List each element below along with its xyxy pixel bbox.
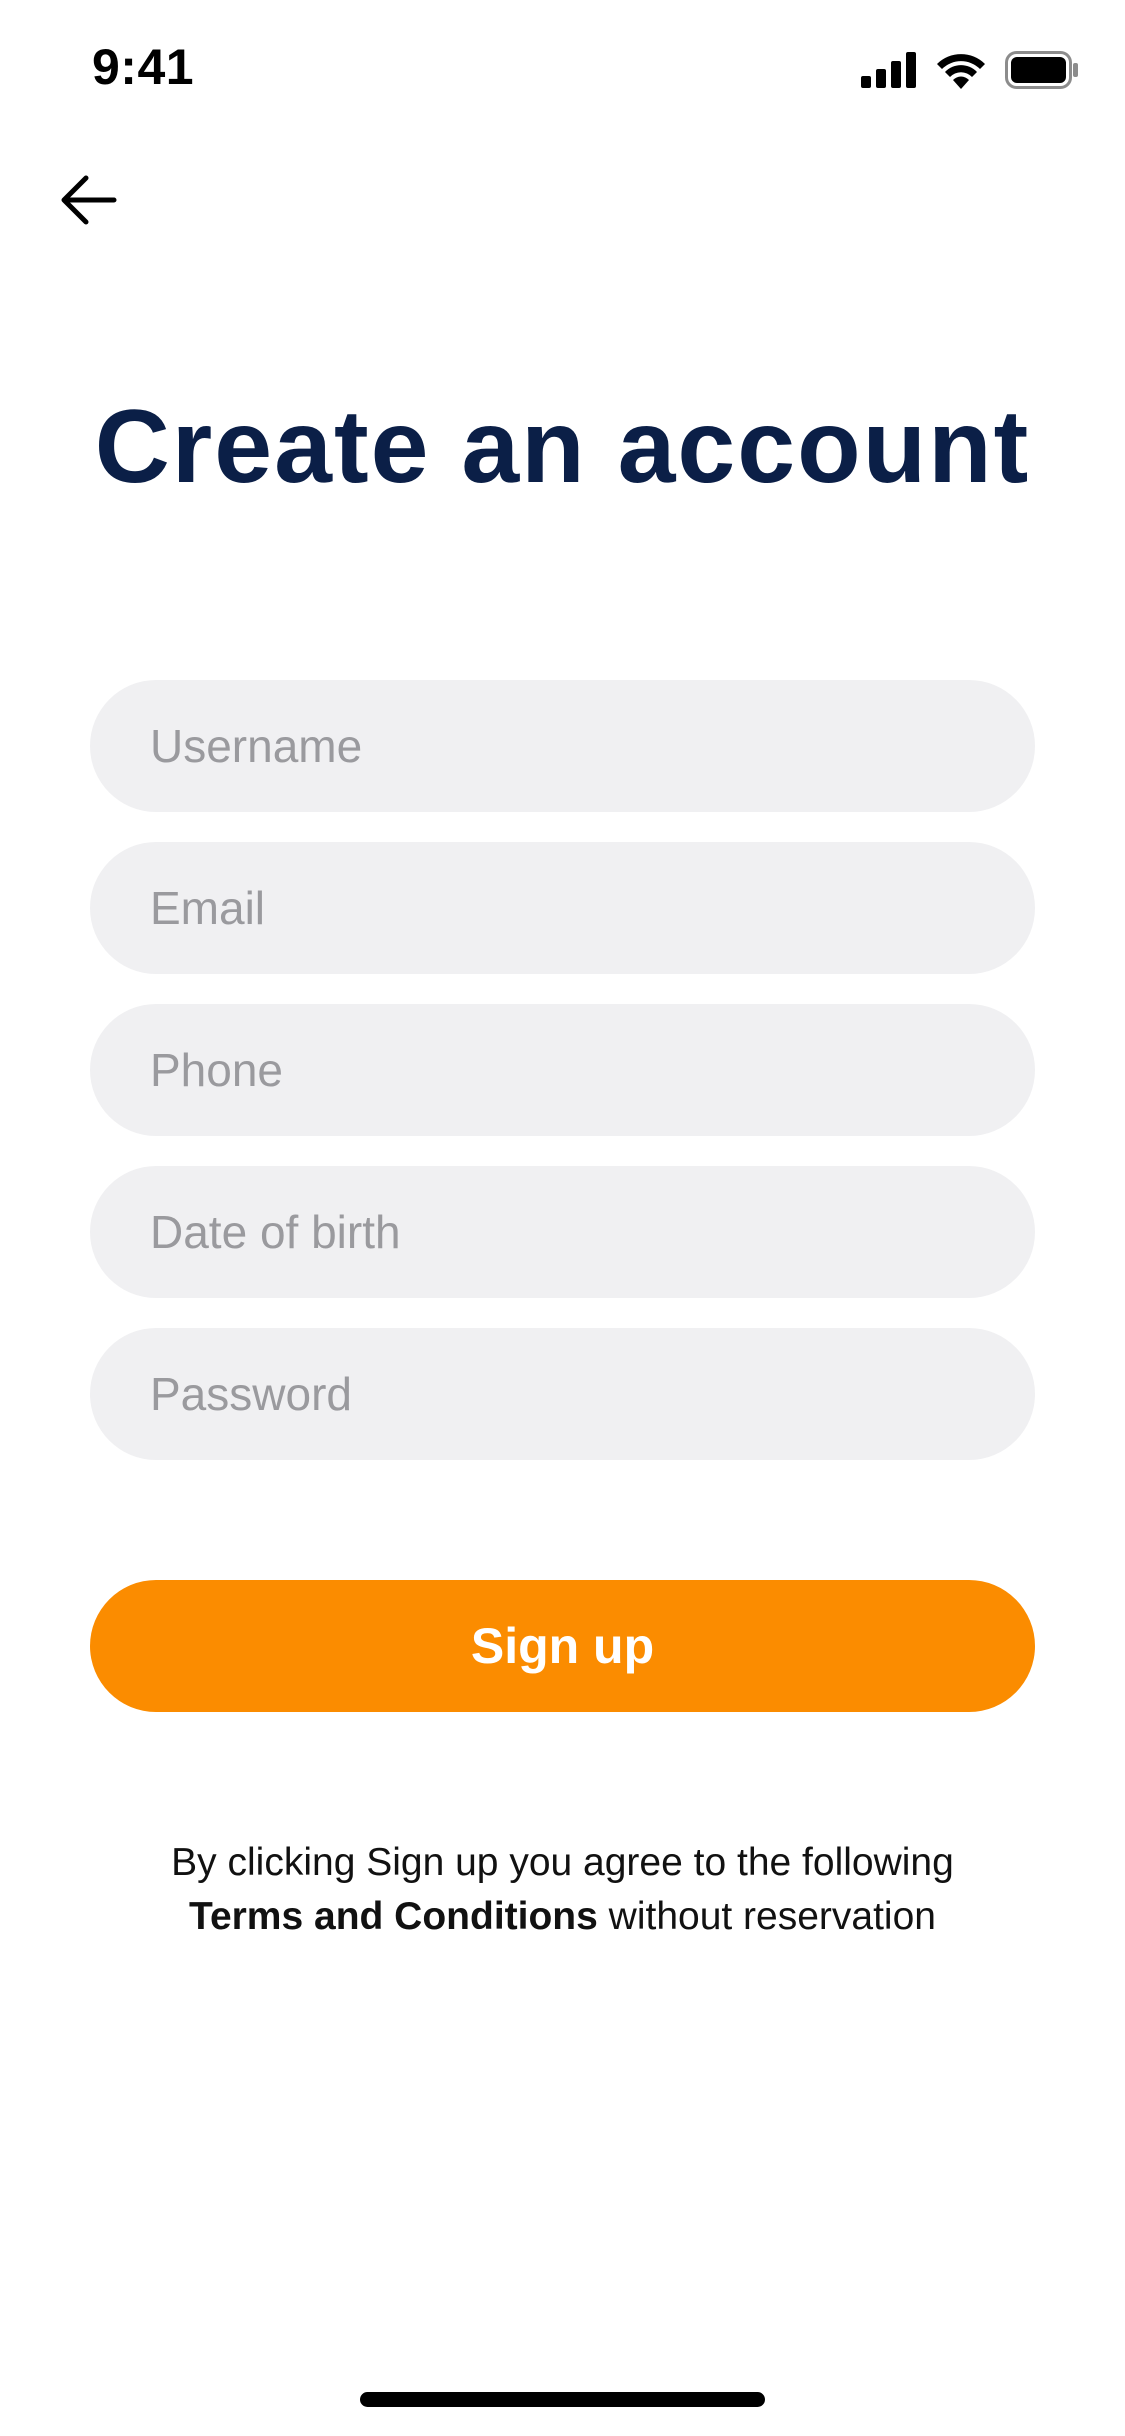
username-input[interactable] xyxy=(90,680,1035,812)
terms-and-conditions-link[interactable]: Terms and Conditions xyxy=(189,1895,598,1938)
signup-screen: 9:41 Create an account Username Email Ph… xyxy=(0,0,1125,2436)
back-button[interactable] xyxy=(46,160,130,244)
terms-line-2-suffix: without reservation xyxy=(597,1895,936,1938)
page-title: Create an account xyxy=(94,389,1031,505)
terms-notice: By clicking Sign up you agree to the fol… xyxy=(0,1836,1125,1944)
home-indicator xyxy=(360,2392,765,2407)
sign-up-button[interactable]: Sign up xyxy=(90,1580,1035,1712)
terms-line-2: Terms and Conditions without reservation xyxy=(0,1890,1125,1944)
status-time: 9:41 xyxy=(92,39,195,95)
arrow-left-icon xyxy=(58,174,118,231)
phone-input[interactable] xyxy=(90,1004,1035,1136)
email-input[interactable] xyxy=(90,842,1035,974)
status-icons xyxy=(861,48,1079,92)
wifi-icon xyxy=(935,51,987,89)
terms-line-1: By clicking Sign up you agree to the fol… xyxy=(171,1841,954,1884)
cellular-signal-icon xyxy=(861,52,917,88)
battery-icon xyxy=(1005,51,1079,89)
signup-form xyxy=(90,680,1035,1490)
password-input[interactable] xyxy=(90,1328,1035,1460)
date-of-birth-input[interactable] xyxy=(90,1166,1035,1298)
status-bar: 9:41 xyxy=(0,0,1125,132)
